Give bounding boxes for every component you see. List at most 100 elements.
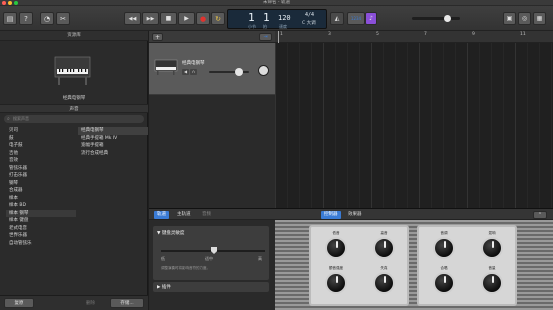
preset-list: 经典电钢琴 经典手提箱 Mk IV 宽幅手提箱 流行合成经典 [78,127,148,157]
media-browser-button[interactable]: ▦ [533,12,546,25]
sensitivity-handle[interactable] [211,247,217,254]
tracks-grid[interactable] [275,43,553,208]
add-track-button[interactable]: + [152,33,163,41]
tab-master[interactable]: 主轨道 [174,211,194,219]
amp-knob[interactable] [433,272,455,294]
grid-line [359,43,360,208]
forward-button[interactable]: ▶▶ [142,12,159,25]
rewind-button[interactable]: ◀◀ [124,12,141,25]
tab-track[interactable]: 轨道 [154,211,169,219]
amp-knob[interactable] [325,272,347,294]
search-placeholder: 搜索声音 [13,116,29,121]
stop-button[interactable]: ■ [160,12,177,25]
category-item[interactable]: 打击乐器 [6,172,76,180]
revert-button[interactable]: 复原 [4,298,34,308]
editors-button[interactable]: ✂ [56,12,70,25]
library-header: 资源库 [0,31,148,41]
search-icon: ⌕ [7,116,10,122]
track-pan-knob[interactable] [258,65,269,76]
track-name[interactable]: 经典电钢琴 [182,60,205,66]
slider-high-label: 高 [258,256,262,261]
category-item[interactable]: 音效 [6,157,76,165]
delete-button[interactable]: 删除 [86,300,95,306]
cycle-button[interactable]: ↻ [211,12,225,25]
master-volume-handle[interactable] [444,15,451,22]
category-item[interactable]: 样本 BD [6,202,76,210]
amp-knob[interactable] [373,237,395,259]
category-item[interactable]: 样本 钢琴 [6,209,76,217]
master-volume-slider[interactable] [412,15,460,22]
track-volume-slider[interactable] [209,68,249,76]
cycle-icon: ↻ [215,14,221,23]
tab-controls[interactable]: 控制器 [321,211,341,219]
collapse-button[interactable]: ⌃ [533,211,547,219]
library-button[interactable]: ▤ [3,12,17,25]
ruler-bar-number: 5 [376,32,379,37]
inspector-panel: ▼ 键盘灵敏度 低 适中 高 调整演奏时将影响音符的力度。 ▶ 插件 [149,220,275,310]
preset-item[interactable]: 流行合成经典 [78,150,148,158]
left-control-plate: 低音 高音 颤音强度 失真 [309,225,409,306]
grid-line [503,43,504,208]
smart-controls-amp: 低音 高音 颤音强度 失真 音调 混响 合唱 音量 [275,220,553,310]
amp-knob[interactable] [481,237,503,259]
grid-line [479,43,480,208]
tuner-button[interactable]: ♪ [365,12,377,25]
category-item[interactable]: 贝司 [6,127,76,135]
grid-line [287,43,288,208]
help-button[interactable]: ? [19,12,33,25]
lcd-display[interactable]: 1 1 小节 拍 120 速度 4/4 C 大调 [227,9,327,29]
search-field[interactable]: ⌕ 搜索声音 [4,115,144,123]
library-icon: ▤ [6,14,14,23]
playhead[interactable] [278,31,279,43]
count-in-button[interactable]: 1234 [347,12,365,25]
slider-mid-label: 适中 [205,256,213,261]
category-item[interactable]: 管弦乐器 [6,165,76,173]
tab-audio[interactable]: 音频 [199,211,214,219]
grid-line [311,43,312,208]
track-header[interactable]: 经典电钢琴 ◀ ∩ [149,43,275,95]
grid-line [323,43,324,208]
sensitivity-slider[interactable] [161,247,265,254]
amp-knob[interactable] [481,272,503,294]
grid-line [455,43,456,208]
timeline-ruler[interactable]: 1 3 5 7 9 11 [275,31,553,43]
loop-icon: ◎ [521,15,528,22]
headphones-button[interactable]: ∩ [190,69,197,75]
category-item[interactable]: 世界乐器 [6,232,76,240]
record-icon: ● [199,14,207,23]
category-item[interactable]: 自动管弦乐 [6,240,76,248]
category-item[interactable]: 电子鼓 [6,142,76,150]
amp-knob[interactable] [373,272,395,294]
notepad-button[interactable]: ▣ [503,12,516,25]
category-item[interactable]: 老式电音 [6,225,76,233]
knob-label: 合唱 [440,266,448,270]
track-volume-handle[interactable] [235,68,243,76]
preset-item[interactable]: 宽幅手提箱 [78,142,148,150]
amp-knob[interactable] [325,237,347,259]
speaker-icon: ◀ [183,69,188,74]
smart-tempo-button[interactable]: ⇥ [259,33,272,41]
category-item[interactable]: 钢琴 [6,180,76,188]
metronome-button[interactable]: ◭ [330,12,344,25]
loops-button[interactable]: ◎ [518,12,531,25]
record-button[interactable]: ● [196,12,210,25]
tracks-header: + ⇥ [149,31,275,43]
preset-item[interactable]: 经典电钢琴 [78,127,148,135]
amp-knob[interactable] [433,237,455,259]
category-item[interactable]: 吉他 [6,150,76,158]
category-item[interactable]: 样本 键盘 [6,217,76,225]
tab-effects[interactable]: 效果器 [345,211,365,219]
ruler-bar-number: 11 [520,32,526,37]
lcd-bar-label: 小节 [248,24,256,29]
mute-button[interactable]: ◀ [182,69,189,75]
smart-controls-button[interactable]: ◔ [40,12,54,25]
play-button[interactable]: ▶ [178,12,195,25]
plugins-panel[interactable]: ▶ 插件 [153,282,269,292]
preset-item[interactable]: 经典手提箱 Mk IV [78,135,148,143]
category-item[interactable]: 样本 [6,195,76,203]
save-button[interactable]: 存储... [110,298,144,308]
category-item[interactable]: 合成器 [6,187,76,195]
category-item[interactable]: 鼓 [6,135,76,143]
help-icon: ? [24,14,28,23]
sound-header: 声音 [0,104,148,113]
